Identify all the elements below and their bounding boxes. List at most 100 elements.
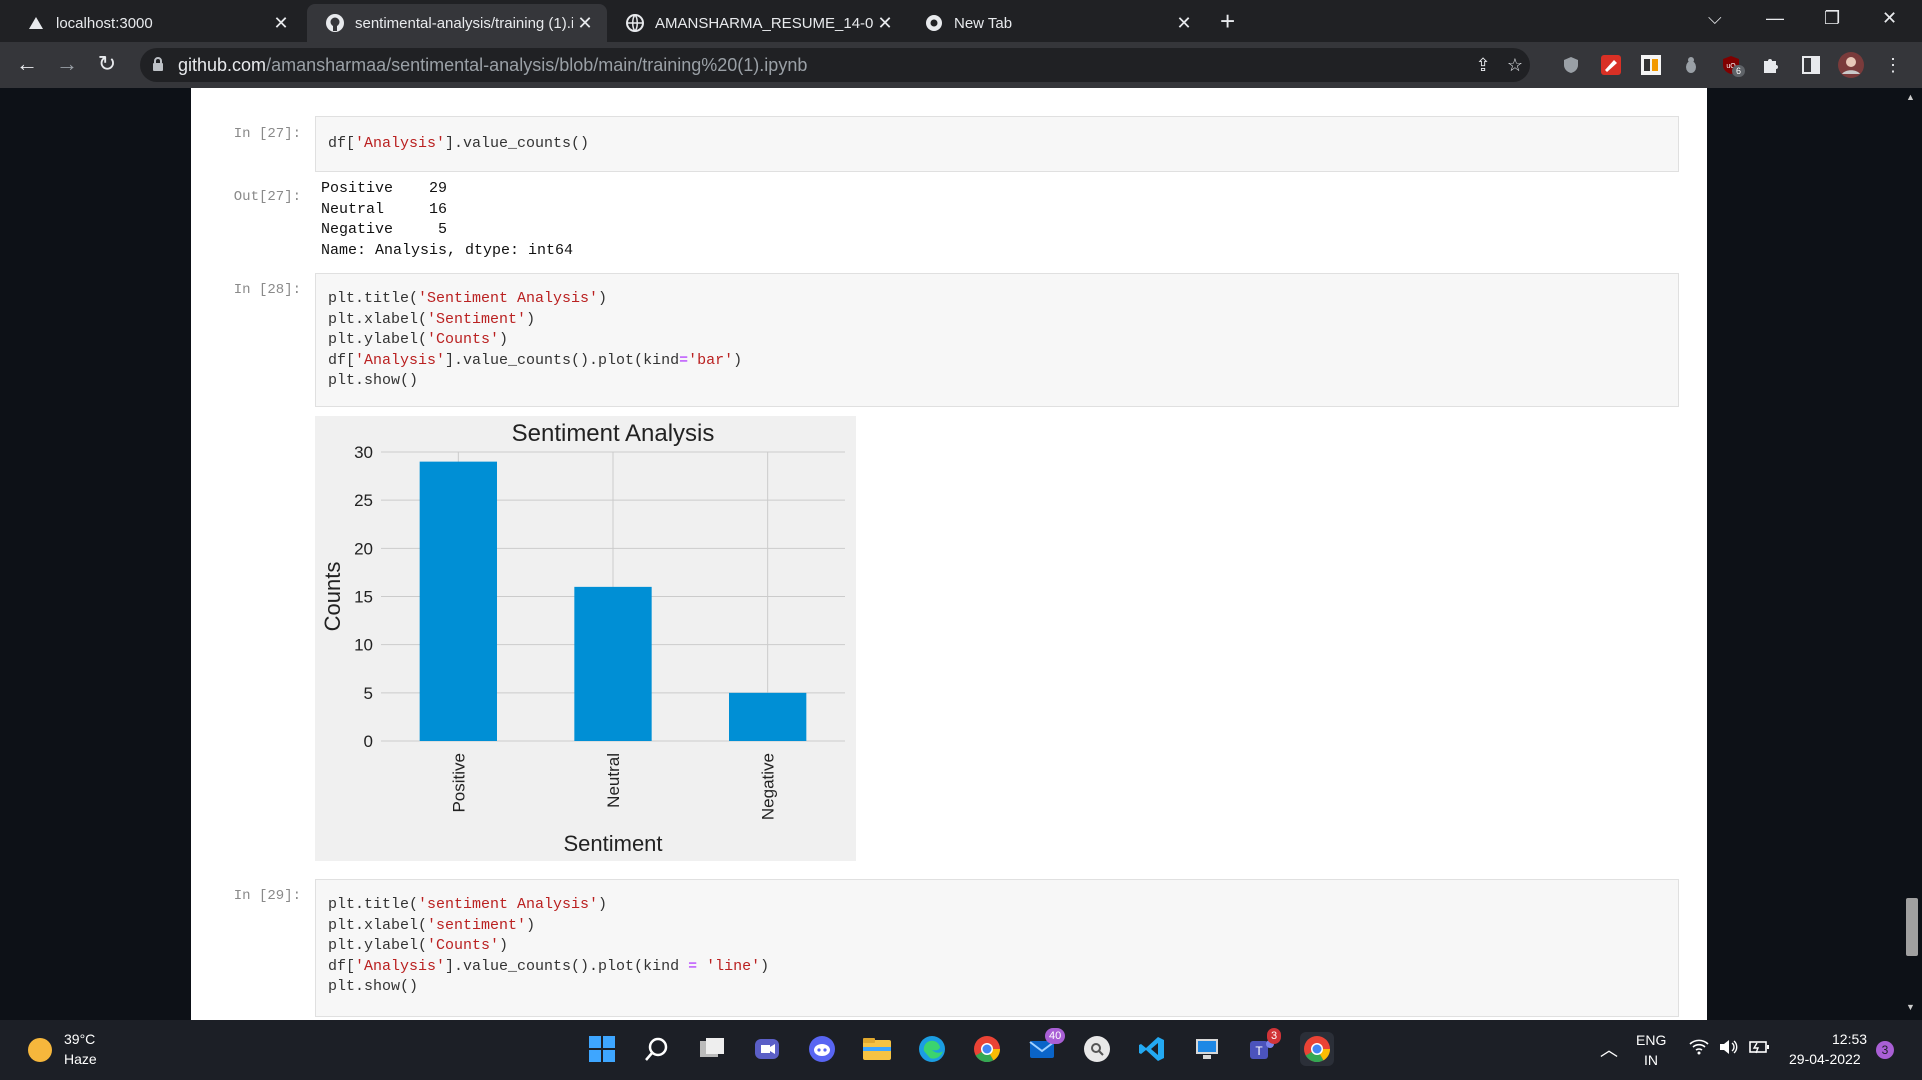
extension-badge: 6 [1732,65,1746,77]
side-panel-icon[interactable] [1798,52,1824,78]
weather-desc[interactable]: Haze [64,1051,97,1067]
x-tick-label: Positive [449,753,468,813]
page-scrollbar[interactable]: ▲ ▼ [1900,88,1922,1020]
discord-icon[interactable] [805,1032,839,1066]
code-token: ) [598,290,608,307]
tab-github-notebook[interactable]: sentimental-analysis/training (1).i ✕ [307,4,607,42]
new-tab-button[interactable]: + [1220,6,1235,37]
code-string: 'Sentiment Analysis' [418,290,599,307]
edge-icon[interactable] [915,1032,949,1066]
teams-icon[interactable]: T 3 [1245,1028,1282,1066]
code-line: plt.ylabel('Counts') [328,936,1666,957]
language-top[interactable]: ENG [1636,1032,1666,1048]
code-token: plt.show() [328,372,419,389]
code-string: 'Analysis' [355,957,446,975]
y-axis-label: Counts [320,562,345,632]
scroll-up-arrow-icon[interactable]: ▲ [1906,92,1915,102]
page-viewport: In [27]: df['Analysis'].value_counts() O… [0,88,1922,1020]
tab-close-icon[interactable]: ✕ [873,13,897,34]
restore-button[interactable]: ❐ [1824,8,1840,29]
file-explorer-icon[interactable] [860,1032,894,1066]
minimize-button[interactable]: — [1766,8,1784,29]
ublock-extension-icon[interactable]: uO 6 [1718,52,1746,78]
y-tick-label: 5 [364,684,373,703]
code-cell-27[interactable]: df['Analysis'].value_counts() [315,116,1679,172]
code-string: 'Counts' [427,937,500,954]
scroll-down-arrow-icon[interactable]: ▼ [1906,1002,1915,1012]
code-string: 'sentiment Analysis' [418,896,599,913]
code-token: plt.ylabel( [328,331,428,348]
teams-chat-icon[interactable] [750,1032,784,1066]
bar-neutral [574,586,652,741]
code-token: plt.xlabel( [328,916,428,934]
puzzle-extensions-icon[interactable] [1758,52,1784,78]
code-string: 'sentiment' [427,916,527,934]
weather-sun-icon[interactable] [28,1038,52,1062]
tab-new-tab[interactable]: New Tab ✕ [906,4,1206,42]
share-icon[interactable]: ⇪ [1470,52,1496,78]
github-icon [325,13,345,33]
bar-chart: 0 5 10 15 20 25 30 Positive Neutral Negative Senti… [320,420,845,856]
tab-search-chevron-icon[interactable]: ⌵ [1708,8,1722,29]
lock-icon [152,56,164,77]
code-token: ].value_counts().plot(kind [445,351,680,369]
address-bar[interactable]: github.com/amansharmaa/sentimental-analy… [140,48,1530,82]
lighthouse-extension-icon[interactable] [1638,52,1664,78]
chrome-icon[interactable] [970,1032,1004,1066]
tab-resume[interactable]: AMANSHARMA_RESUME_14-04- ✕ [607,4,907,42]
url-host: github.com [178,55,267,75]
mail-icon[interactable]: 40 [1025,1028,1066,1066]
code-cell-29[interactable]: plt.title('sentiment Analysis') plt.xlabe… [315,879,1679,1017]
code-token: ].value_counts() [445,135,590,152]
extension-icon[interactable] [1678,52,1704,78]
tab-close-icon[interactable]: ✕ [573,13,597,34]
tab-close-icon[interactable]: ✕ [1172,13,1196,34]
chrome-active-icon[interactable] [1300,1032,1334,1066]
reload-button[interactable]: ↻ [93,51,121,77]
rocket-extension-icon[interactable] [1598,52,1624,78]
weather-temp[interactable]: 39°C [64,1031,95,1047]
y-tick-label: 30 [354,443,373,462]
scrollbar-thumb[interactable] [1906,898,1918,956]
code-token: df[ [328,351,356,369]
volume-icon[interactable] [1718,1039,1738,1058]
code-string: 'line' [706,957,761,975]
battery-icon[interactable] [1748,1039,1770,1058]
remote-desktop-icon[interactable] [1190,1032,1224,1066]
chrome-icon [924,13,944,33]
task-view-icon[interactable] [695,1032,729,1066]
clock-date[interactable]: 29-04-2022 [1789,1051,1861,1067]
shield-extension-icon[interactable] [1558,52,1584,78]
forward-button[interactable]: → [53,51,81,77]
show-hidden-icons-chevron-icon[interactable]: ︿ [1600,1036,1618,1062]
more-menu-icon[interactable]: ⋮ [1880,52,1906,78]
windows-start-icon[interactable] [585,1032,619,1066]
y-tick-label: 20 [354,539,373,558]
tab-localhost[interactable]: localhost:3000 ✕ [8,4,303,42]
code-line: plt.xlabel('sentiment') [328,916,1666,937]
tab-title: New Tab [954,14,1013,32]
code-line: plt.xlabel('Sentiment') [328,310,1666,331]
search-icon[interactable] [640,1032,674,1066]
code-token: plt.xlabel( [328,310,428,328]
code-token: ].value_counts().plot(kind [445,957,689,975]
back-button[interactable]: ← [13,51,41,77]
tab-close-icon[interactable]: ✕ [269,13,293,34]
code-cell-28[interactable]: plt.title('Sentiment Analysis') plt.xlabe… [315,273,1679,407]
search-app-icon[interactable] [1080,1032,1114,1066]
mail-badge: 40 [1045,1028,1066,1044]
windows-taskbar: 39°C Haze 40 T 3 ︿ ENG IN 12:53 29-04-20… [0,1020,1922,1080]
clock-time[interactable]: 12:53 [1832,1031,1867,1047]
bookmark-star-icon[interactable]: ☆ [1502,52,1528,78]
code-line: plt.title('Sentiment Analysis') [328,289,1666,310]
language-bottom[interactable]: IN [1644,1052,1658,1068]
vscode-icon[interactable] [1135,1032,1169,1066]
close-window-button[interactable]: ✕ [1882,8,1897,29]
wifi-icon[interactable] [1689,1039,1709,1058]
notification-badge[interactable]: 3 [1876,1041,1894,1059]
profile-avatar[interactable] [1838,52,1864,78]
code-operator: = [688,957,698,975]
code-line: df['Analysis'].value_counts().plot(kind=… [328,351,1666,372]
url-path: /amansharmaa/sentimental-analysis/blob/m… [266,55,808,75]
y-tick-label: 0 [364,732,373,751]
